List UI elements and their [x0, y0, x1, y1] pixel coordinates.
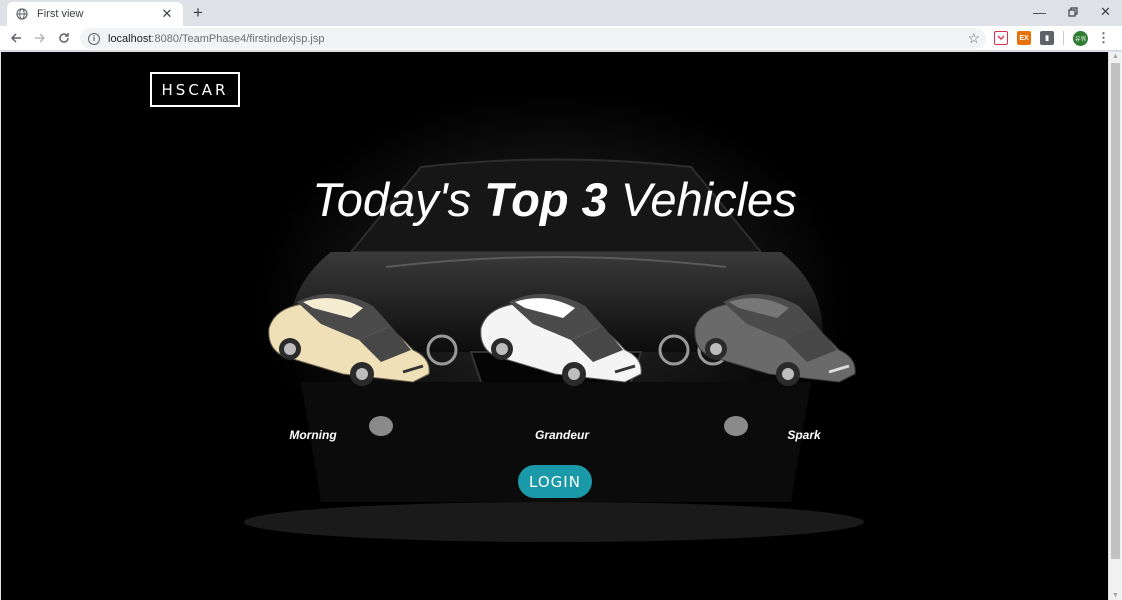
page-viewport: HSCAR Today's Top 3 Vehicles Morning Gra… [1, 52, 1108, 600]
reload-button[interactable] [52, 26, 76, 50]
browser-tab[interactable]: First view ✕ [7, 2, 183, 26]
scroll-thumb[interactable] [1111, 63, 1120, 559]
address-bar[interactable]: i localhost:8080/TeamPhase4/firstindexjs… [80, 28, 986, 49]
car-image-spark[interactable] [689, 278, 861, 390]
menu-kebab-icon[interactable]: ⋮ [1097, 30, 1110, 46]
tab-close-icon[interactable]: ✕ [159, 6, 175, 22]
pocket-extension-icon[interactable] [994, 31, 1008, 45]
scroll-up-arrow-icon[interactable]: ▲ [1112, 53, 1119, 60]
scroll-down-arrow-icon[interactable]: ▼ [1112, 592, 1119, 599]
forward-button[interactable] [28, 26, 52, 50]
close-window-button[interactable]: ✕ [1089, 0, 1122, 24]
browser-toolbar: i localhost:8080/TeamPhase4/firstindexjs… [0, 26, 1122, 51]
extensions-area: EX ▮ 유워 ⋮ [994, 30, 1110, 46]
headline-bold: Top 3 [484, 173, 608, 226]
car-image-morning[interactable] [263, 278, 435, 390]
url-host: localhost [108, 32, 152, 45]
car-image-grandeur[interactable] [475, 278, 647, 390]
page-scrollbar[interactable]: ▲ ▼ [1109, 52, 1122, 600]
car-label-morning: Morning [289, 428, 337, 442]
tab-strip: First view ✕ + — ✕ [0, 0, 1122, 26]
orange-extension-icon[interactable]: EX [1017, 31, 1031, 45]
headline-suffix: Vehicles [607, 173, 797, 226]
tab-title: First view [37, 8, 84, 20]
hscar-logo[interactable]: HSCAR [150, 72, 240, 107]
new-tab-button[interactable]: + [188, 3, 208, 23]
toolbar-divider [1063, 31, 1064, 45]
login-button[interactable]: LOGIN [518, 465, 592, 498]
url-path: :8080/TeamPhase4/firstindexjsp.jsp [151, 32, 325, 45]
headline-prefix: Today's [312, 173, 485, 226]
back-button[interactable] [4, 26, 28, 50]
gray-extension-icon[interactable]: ▮ [1040, 31, 1054, 45]
restore-button[interactable] [1056, 0, 1089, 24]
car-label-grandeur: Grandeur [534, 428, 589, 442]
bookmark-star-icon[interactable]: ☆ [967, 30, 980, 47]
car-label-spark: Spark [787, 428, 821, 442]
info-icon[interactable]: i [88, 32, 100, 45]
profile-avatar[interactable]: 유워 [1073, 30, 1088, 46]
window-controls: — ✕ [1023, 0, 1122, 24]
minimize-button[interactable]: — [1023, 0, 1056, 24]
page-headline: Today's Top 3 Vehicles [1, 172, 1108, 227]
globe-icon [15, 7, 29, 21]
